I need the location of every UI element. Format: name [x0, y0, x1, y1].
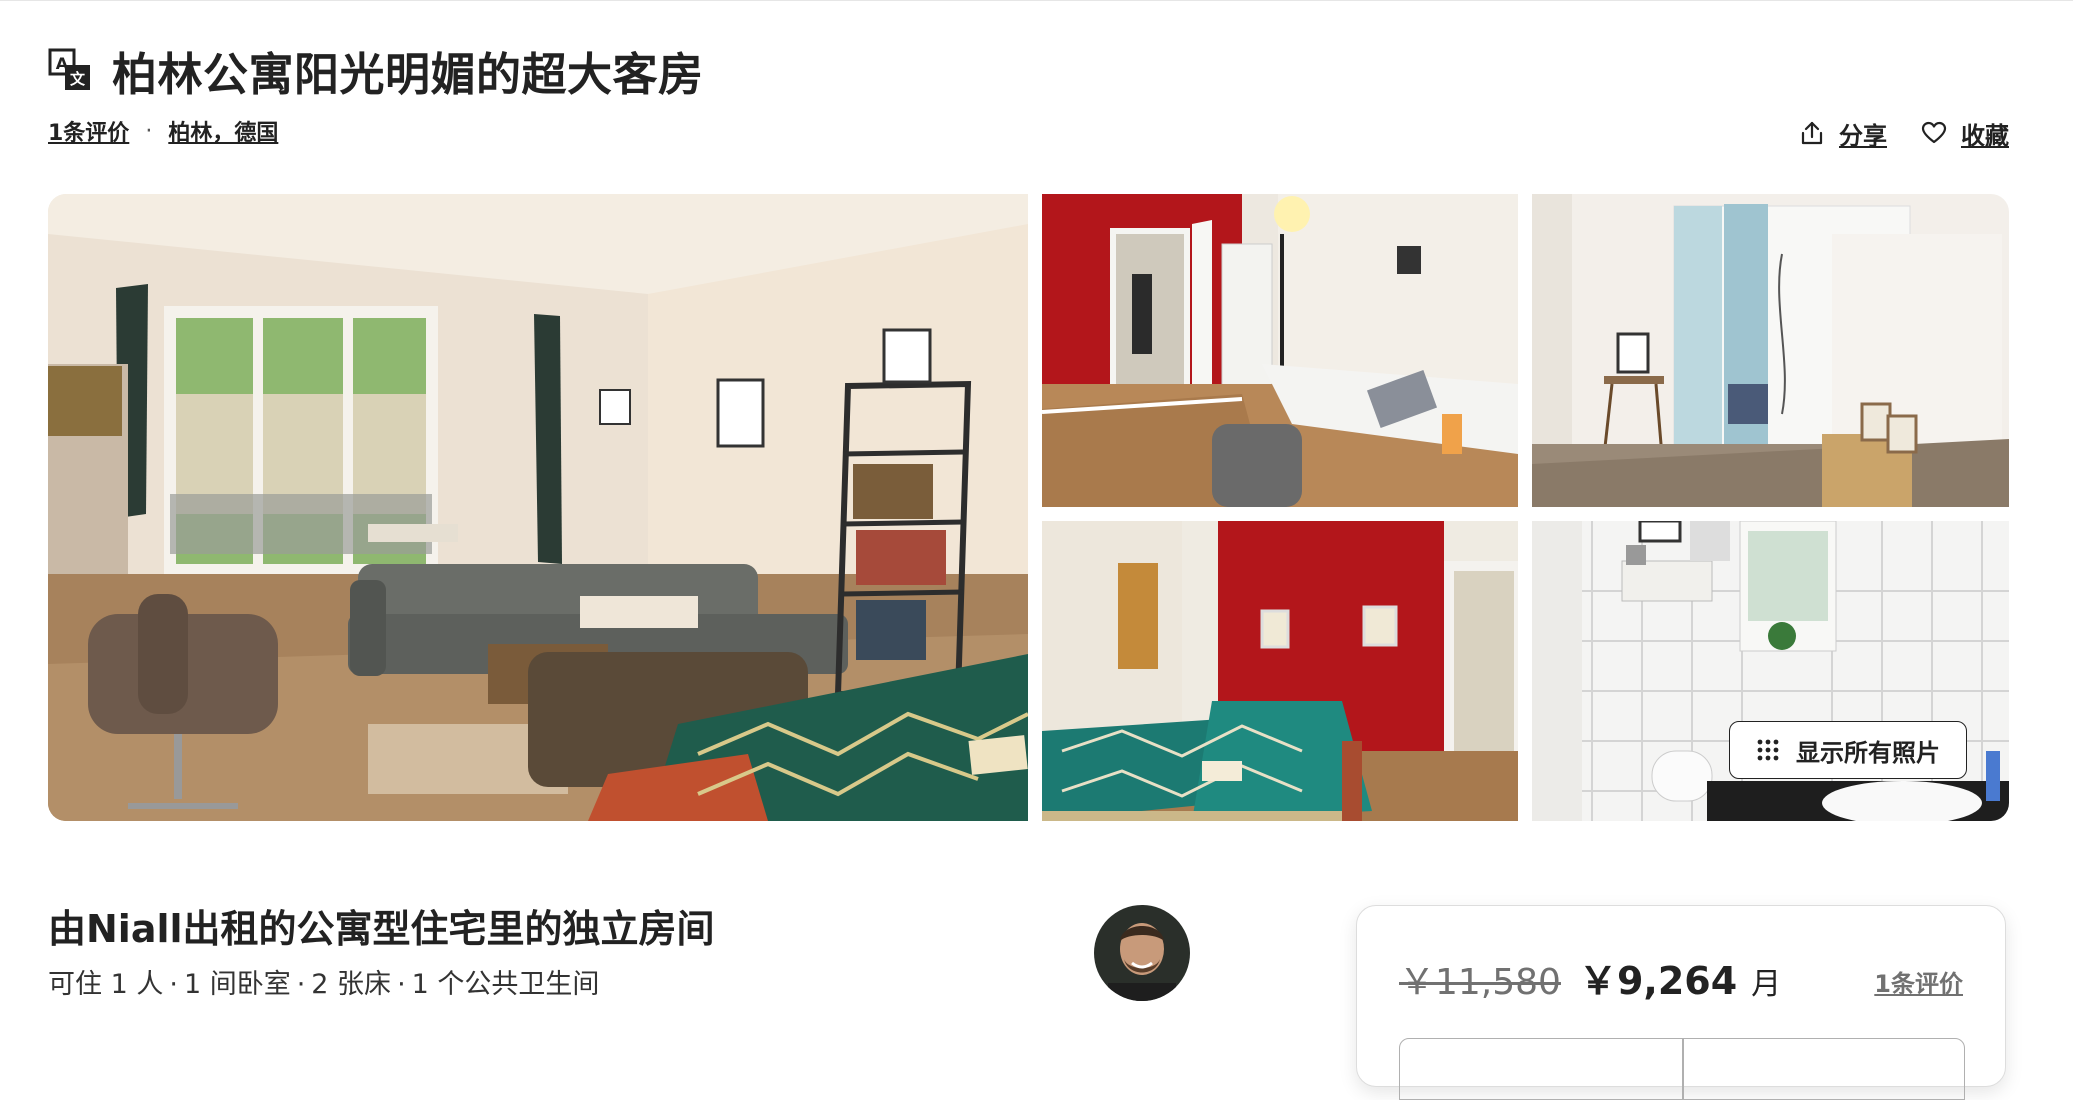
- heart-icon: [1921, 121, 1947, 144]
- location-link[interactable]: 柏林，德国: [168, 115, 278, 147]
- save-button[interactable]: 收藏: [1921, 116, 2009, 151]
- booking-card: ￥11,580 ￥9,264 月 1条评价: [1356, 905, 2006, 1100]
- detail-separator: ·: [397, 969, 406, 1000]
- photo-bathroom[interactable]: 显示所有照片: [1532, 521, 2009, 821]
- photo-bedroom[interactable]: [1042, 521, 1518, 821]
- page-title: 柏林公寓阳光明媚的超大客房: [112, 47, 704, 101]
- show-all-label: 显示所有照片: [1796, 738, 1940, 767]
- detail-bedrooms: 1 间卧室: [183, 969, 291, 1000]
- save-label: 收藏: [1961, 121, 2009, 150]
- price-period: 月: [1751, 967, 1782, 1002]
- detail-beds: 2 张床: [311, 969, 392, 1000]
- photo-living-room[interactable]: [48, 194, 1028, 821]
- listing-meta: 1条评价 · 柏林，德国: [48, 114, 278, 148]
- original-price: ￥11,580: [1399, 962, 1561, 1003]
- listing-title: 由Niall出租的公寓型住宅里的独立房间: [48, 907, 715, 951]
- photo-gallery: 显示所有照片: [48, 194, 2009, 821]
- show-all-photos-button[interactable]: 显示所有照片: [1729, 721, 1967, 779]
- top-divider: [0, 0, 2073, 1]
- photo-desk-room[interactable]: [1042, 194, 1518, 507]
- date-divider: [1682, 1039, 1684, 1099]
- grid-dots-icon: [1757, 739, 1779, 761]
- card-reviews-link[interactable]: 1条评价: [1874, 964, 1963, 999]
- detail-guests: 可住 1 人: [48, 969, 164, 1000]
- photo-hallway[interactable]: [1532, 194, 2009, 507]
- share-icon: [1801, 121, 1823, 145]
- title-row: A 文 柏林公寓阳光明媚的超大客房: [48, 40, 704, 101]
- detail-bathrooms: 1 个公共卫生间: [411, 969, 600, 1000]
- translate-icon[interactable]: A 文: [48, 48, 92, 92]
- header-actions: 分享 收藏: [1765, 114, 2009, 152]
- meta-separator: ·: [145, 118, 153, 144]
- share-button[interactable]: 分享: [1799, 116, 1887, 151]
- detail-separator: ·: [169, 969, 178, 1000]
- share-label: 分享: [1839, 121, 1887, 150]
- reviews-link[interactable]: 1条评价: [48, 115, 129, 147]
- listing-details: 可住 1 人 · 1 间卧室 · 2 张床 · 1 个公共卫生间: [48, 962, 599, 1001]
- date-picker[interactable]: [1399, 1038, 1965, 1100]
- discounted-price: ￥9,264: [1578, 959, 1738, 1003]
- price-row: ￥11,580 ￥9,264 月: [1399, 950, 1781, 1005]
- detail-separator: ·: [296, 969, 306, 1000]
- svg-text:文: 文: [70, 70, 86, 88]
- host-avatar[interactable]: [1094, 905, 1190, 1001]
